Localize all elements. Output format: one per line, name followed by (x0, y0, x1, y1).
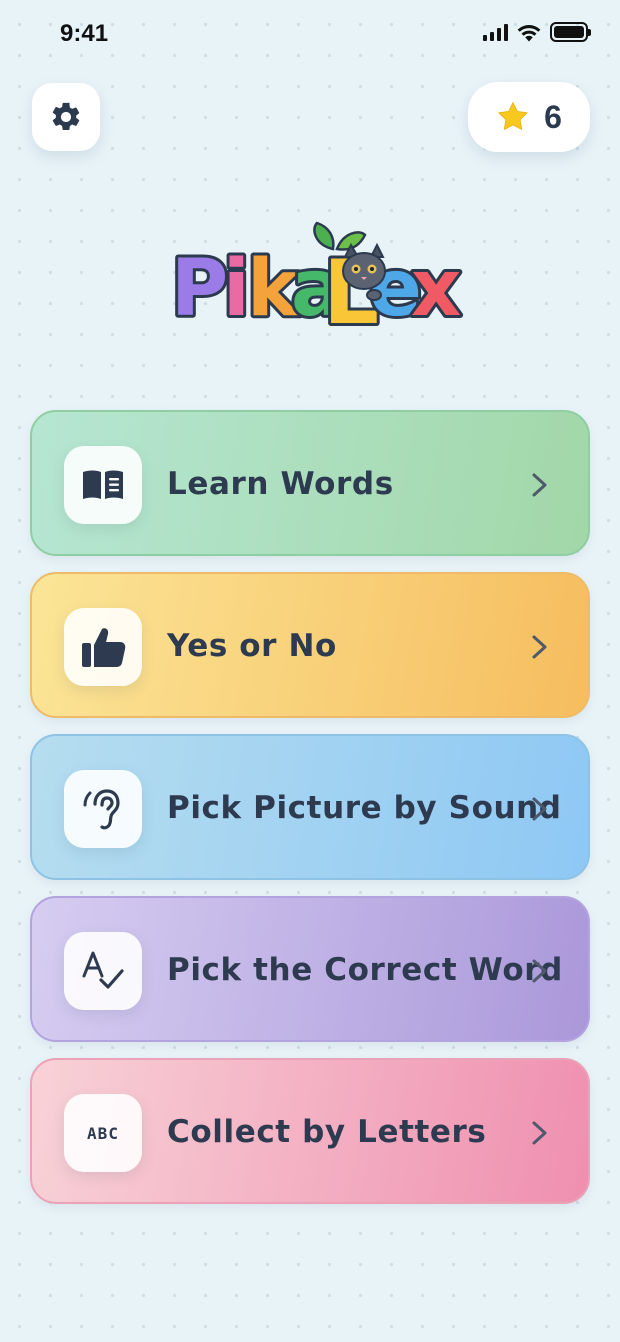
book-icon (83, 470, 123, 499)
card-icon-container (64, 932, 142, 1010)
status-time: 9:41 (60, 20, 109, 47)
menu-item-pick-the-correct-word[interactable]: Pick the Correct Word (30, 896, 590, 1042)
card-icon-container (64, 608, 142, 686)
menu-item-label: Pick Picture by Sound (167, 790, 562, 826)
chevron-right-icon (532, 959, 547, 983)
menu-item-collect-by-letters[interactable]: ABC Collect by Letters (30, 1058, 590, 1204)
logo-letter: x (411, 244, 461, 334)
menu-item-label: Learn Words (167, 466, 394, 502)
card-icon-container (64, 770, 142, 848)
stars-count: 6 (544, 98, 562, 135)
app-logo: PikaLex (165, 215, 465, 347)
menu-item-label: Collect by Letters (167, 1114, 487, 1150)
menu-item-label: Yes or No (167, 628, 337, 664)
cellular-signal-icon (483, 23, 508, 41)
logo-letter: P (171, 244, 228, 334)
ear-icon (83, 789, 120, 830)
abc-icon: ABC (87, 1123, 119, 1143)
spell-check-icon (82, 951, 124, 989)
menu-item-learn-words[interactable]: Learn Words (30, 410, 590, 556)
stars-badge[interactable]: 6 (468, 82, 590, 152)
chevron-right-icon (532, 797, 547, 821)
menu-item-yes-or-no[interactable]: Yes or No (30, 572, 590, 718)
chevron-right-icon (532, 635, 547, 659)
settings-button[interactable] (32, 83, 100, 151)
battery-icon (550, 22, 591, 42)
card-icon-container: ABC (64, 1094, 142, 1172)
chevron-right-icon (532, 1121, 547, 1145)
thumbs-up-icon (82, 628, 126, 667)
chevron-right-icon (532, 473, 547, 497)
menu-item-label: Pick the Correct Word (167, 952, 563, 988)
status-icons (483, 22, 591, 42)
status-bar: 9:41 (0, 0, 620, 70)
wifi-icon (517, 24, 541, 41)
logo-letter: i (223, 244, 250, 334)
star-icon (498, 102, 528, 130)
gear-icon (52, 102, 80, 131)
menu-item-pick-picture-by-sound[interactable]: Pick Picture by Sound (30, 734, 590, 880)
card-icon-container (64, 446, 142, 524)
